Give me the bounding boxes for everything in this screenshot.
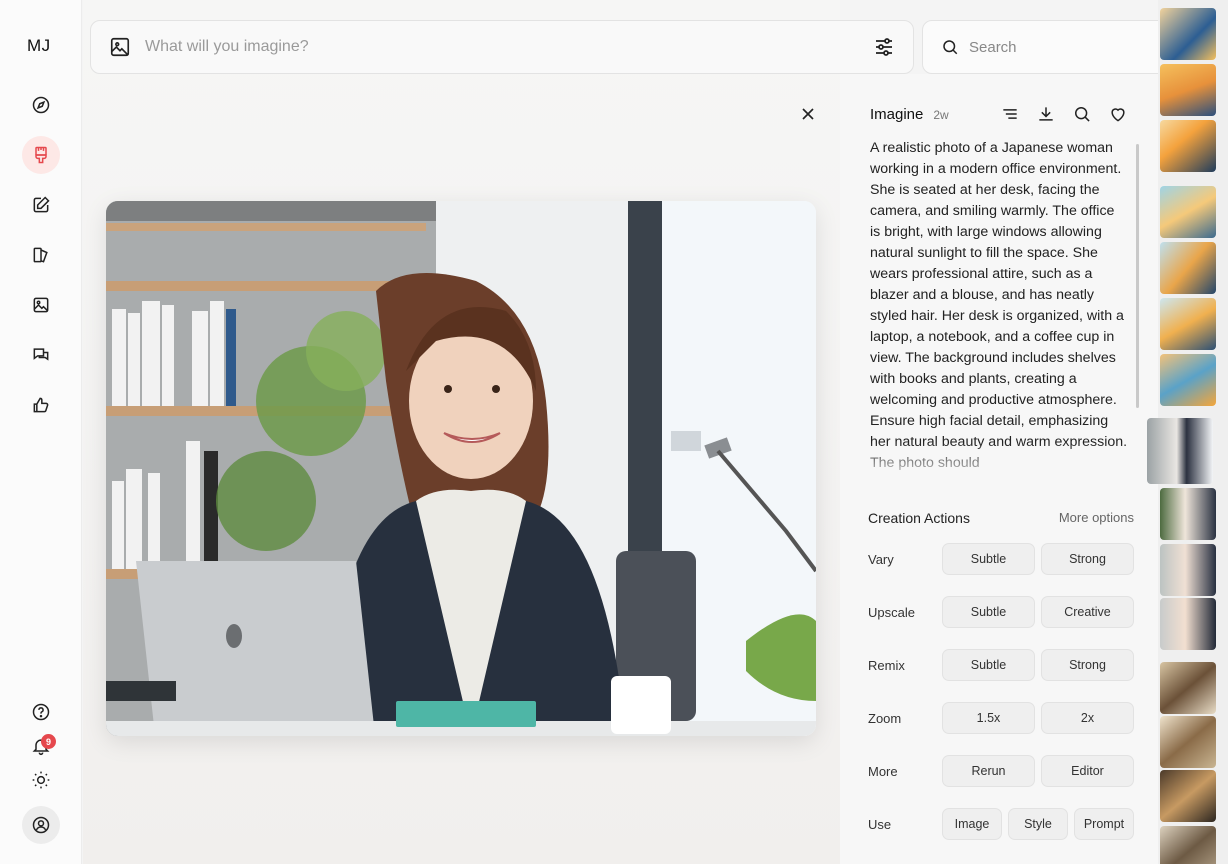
thumbnail[interactable] xyxy=(1160,488,1216,540)
settings-sliders-icon[interactable] xyxy=(872,35,896,59)
thumbnail-selected[interactable] xyxy=(1147,418,1213,484)
thumbnail[interactable] xyxy=(1160,120,1216,172)
menu-lines-icon[interactable] xyxy=(1000,104,1020,124)
search-similar-icon[interactable] xyxy=(1072,104,1092,124)
action-row-label: Remix xyxy=(868,657,905,673)
action-row-upscale: Upscale Subtle Creative xyxy=(868,596,1134,628)
thumbnail[interactable] xyxy=(1160,8,1216,60)
editor-button[interactable]: Editor xyxy=(1041,755,1134,787)
thumbnail[interactable] xyxy=(1160,770,1216,822)
thumbnail[interactable] xyxy=(1160,64,1216,116)
detail-age: 2w xyxy=(933,108,949,122)
notification-badge: 9 xyxy=(41,734,56,749)
paintbrush-icon xyxy=(35,146,47,164)
image-upload-icon[interactable] xyxy=(109,36,131,58)
detail-header: Imagine 2w xyxy=(870,106,949,123)
creation-actions-title: Creation Actions xyxy=(868,510,970,526)
generated-image[interactable] xyxy=(106,201,816,736)
rerun-button[interactable]: Rerun xyxy=(942,755,1035,787)
thumbnail[interactable] xyxy=(1160,598,1216,650)
use-image-button[interactable]: Image xyxy=(942,808,1002,840)
help-circle-icon xyxy=(32,703,50,721)
detail-title: Imagine xyxy=(870,106,924,123)
remix-strong-button[interactable]: Strong xyxy=(1041,649,1134,681)
imagine-bar xyxy=(90,20,914,74)
remix-subtle-button[interactable]: Subtle xyxy=(942,649,1035,681)
nav-explore[interactable] xyxy=(22,86,60,124)
action-row-label: Use xyxy=(868,816,892,832)
detail-toolbar xyxy=(1000,104,1128,124)
compass-icon xyxy=(32,96,50,114)
chat-bubbles-icon xyxy=(33,348,49,361)
zoom-1-5x-button[interactable]: 1.5x xyxy=(942,702,1035,734)
prompt-text[interactable]: A realistic photo of a Japanese woman wo… xyxy=(870,138,1128,484)
more-options-link[interactable]: More options xyxy=(1059,510,1134,526)
action-row-label: Upscale xyxy=(868,604,915,620)
thumbnail[interactable] xyxy=(1160,354,1216,406)
action-row-zoom: Zoom 1.5x 2x xyxy=(868,702,1134,734)
user-circle-icon xyxy=(32,816,50,834)
nav-personalize[interactable] xyxy=(22,236,60,274)
pages-icon xyxy=(33,247,48,263)
upscale-subtle-button[interactable]: Subtle xyxy=(942,596,1035,628)
action-row-label: Vary xyxy=(868,551,894,567)
thumbnail[interactable] xyxy=(1160,242,1216,294)
upscale-creative-button[interactable]: Creative xyxy=(1041,596,1134,628)
sun-icon xyxy=(32,771,50,789)
pencil-square-icon xyxy=(33,196,50,213)
thumbnail[interactable] xyxy=(1160,186,1216,238)
heart-icon[interactable] xyxy=(1108,104,1128,124)
detail-panel: Imagine 2w A realistic photo of a Japane… xyxy=(840,74,1158,864)
download-icon[interactable] xyxy=(1036,104,1056,124)
thumbnail[interactable] xyxy=(1160,662,1216,714)
use-prompt-button[interactable]: Prompt xyxy=(1074,808,1134,840)
action-row-label: Zoom xyxy=(868,710,902,726)
action-row-remix: Remix Subtle Strong xyxy=(868,649,1134,681)
search-box xyxy=(922,20,1182,74)
image-icon xyxy=(33,297,49,313)
action-row-use: Use Image Style Prompt xyxy=(868,808,1134,840)
action-row-label: More xyxy=(868,763,898,779)
close-icon[interactable] xyxy=(798,104,818,124)
thumbnail[interactable] xyxy=(1160,716,1216,768)
action-row-vary: Vary Subtle Strong xyxy=(868,543,1134,575)
search-icon xyxy=(941,38,959,56)
prompt-scrollbar[interactable] xyxy=(1136,144,1139,408)
office-portrait-illustration xyxy=(106,201,816,736)
nav-create[interactable] xyxy=(22,136,60,174)
thumbnail-strip xyxy=(1147,0,1228,864)
sidebar: MJ 9 xyxy=(0,0,82,864)
creation-actions-header: Creation Actions More options xyxy=(868,510,1134,526)
thumbnail[interactable] xyxy=(1160,298,1216,350)
nav-help[interactable] xyxy=(22,693,60,731)
search-input[interactable] xyxy=(969,38,1169,56)
use-style-button[interactable]: Style xyxy=(1008,808,1068,840)
nav-organize[interactable] xyxy=(22,286,60,324)
nav-rank[interactable] xyxy=(22,386,60,424)
logo[interactable]: MJ xyxy=(27,36,51,56)
thumbnail[interactable] xyxy=(1160,826,1216,864)
thumbnail[interactable] xyxy=(1160,544,1216,596)
action-row-more: More Rerun Editor xyxy=(868,755,1134,787)
nav-theme-toggle[interactable] xyxy=(22,761,60,799)
vary-subtle-button[interactable]: Subtle xyxy=(942,543,1035,575)
vary-strong-button[interactable]: Strong xyxy=(1041,543,1134,575)
nav-chat[interactable] xyxy=(22,336,60,374)
nav-edit[interactable] xyxy=(22,186,60,224)
thumbs-up-icon xyxy=(33,397,49,413)
zoom-2x-button[interactable]: 2x xyxy=(1041,702,1134,734)
imagine-input[interactable] xyxy=(145,38,872,56)
nav-account[interactable] xyxy=(22,806,60,844)
